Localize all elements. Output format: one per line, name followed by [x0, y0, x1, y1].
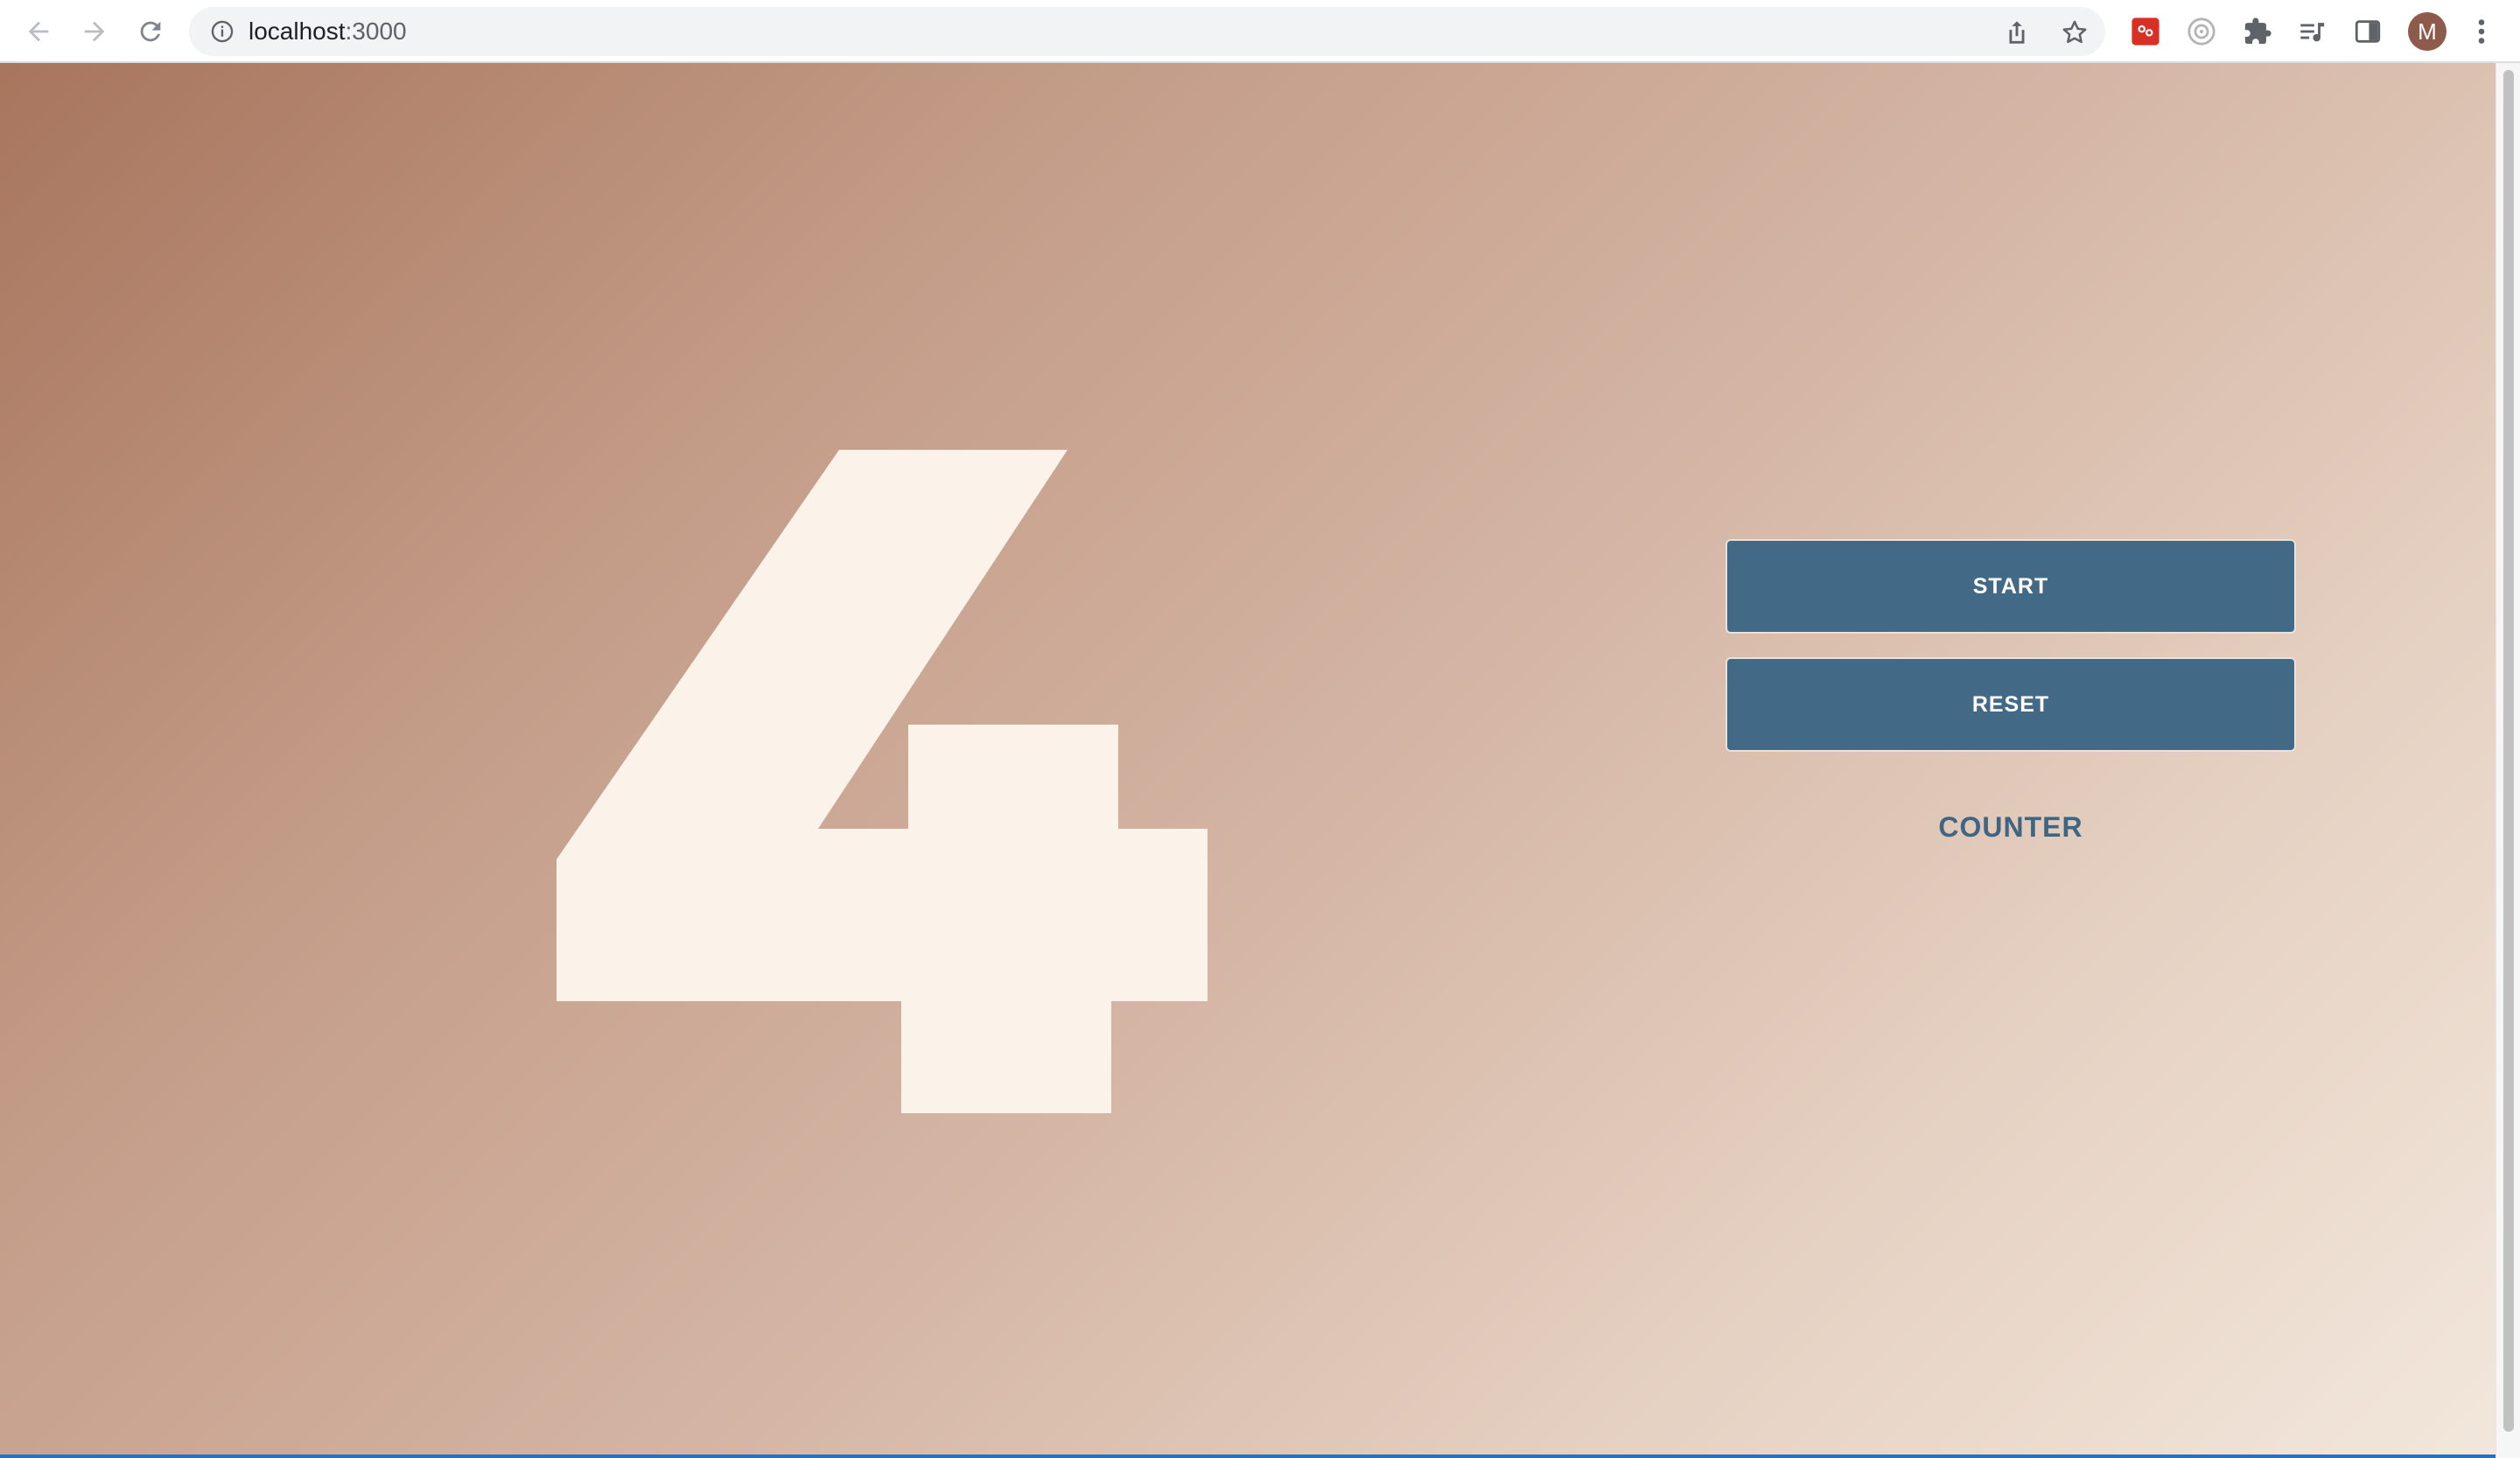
url-port: :3000 [345, 18, 407, 45]
url-host: localhost [248, 18, 346, 45]
address-bar[interactable]: localhost:3000 [189, 7, 2105, 56]
avatar-initial: M [2418, 18, 2437, 45]
arrow-left-icon [28, 21, 49, 42]
star-icon[interactable] [2060, 18, 2090, 47]
controls-panel: START RESET COUNTER [1726, 539, 2296, 844]
browser-toolbar: localhost:3000 M [0, 0, 2520, 63]
counter-page: START RESET COUNTER [0, 63, 2496, 1458]
counter-digit-display [556, 450, 1208, 1113]
bottom-edge-strip [0, 1454, 2496, 1458]
info-icon[interactable] [210, 19, 234, 44]
puzzle-icon[interactable] [2242, 16, 2273, 47]
more-vertical-icon[interactable] [2473, 16, 2490, 47]
side-panel-icon[interactable] [2352, 16, 2384, 47]
forward-button[interactable] [77, 14, 112, 49]
back-button[interactable] [21, 14, 56, 49]
reload-button[interactable] [133, 14, 168, 49]
url-text[interactable]: localhost:3000 [248, 18, 407, 45]
scrollbar-thumb[interactable] [2503, 70, 2514, 1432]
page-scrollbar[interactable] [2496, 63, 2520, 1458]
extension-gray-icon[interactable] [2186, 16, 2217, 47]
share-icon[interactable] [2002, 18, 2032, 47]
extension-red-icon[interactable] [2130, 16, 2161, 47]
start-button[interactable]: START [1726, 539, 2296, 634]
profile-avatar[interactable]: M [2408, 12, 2446, 51]
media-queue-icon[interactable] [2296, 16, 2328, 47]
digit-4-shape [556, 450, 1208, 1113]
reload-icon [140, 21, 161, 42]
counter-title: COUNTER [1938, 811, 2083, 843]
reset-button[interactable]: RESET [1726, 657, 2296, 752]
arrow-right-icon [84, 21, 105, 42]
